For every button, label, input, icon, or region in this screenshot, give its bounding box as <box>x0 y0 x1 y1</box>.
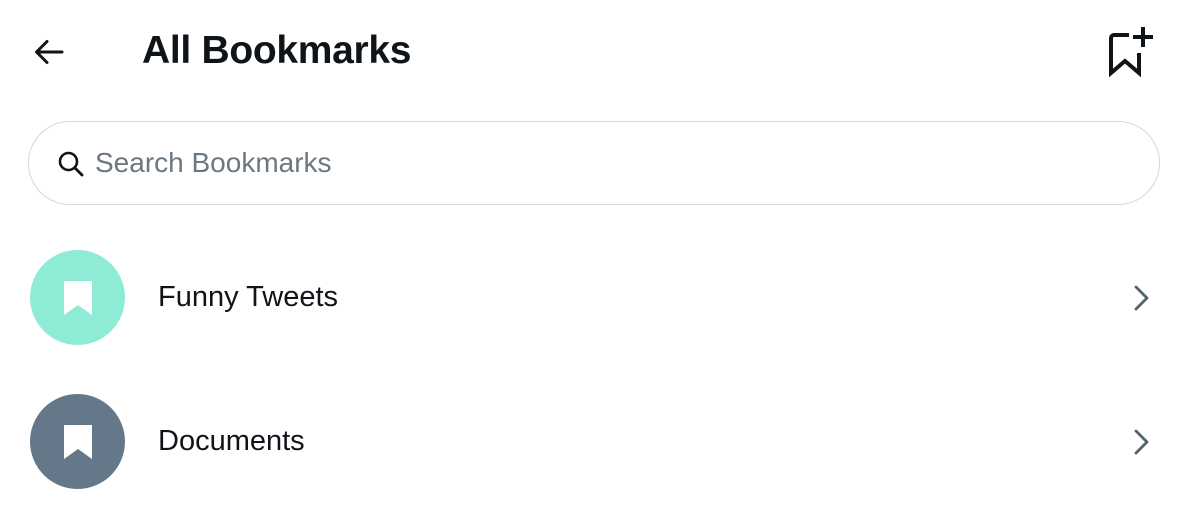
folder-label: Funny Tweets <box>158 281 339 313</box>
search-field[interactable] <box>28 121 1160 205</box>
folder-avatar <box>30 394 125 489</box>
new-bookmark-folder-button[interactable] <box>1102 22 1158 78</box>
arrow-left-icon <box>35 40 64 64</box>
page-title: All Bookmarks <box>142 29 412 72</box>
bookmark-icon <box>63 280 92 315</box>
chevron-right-icon <box>1134 285 1149 311</box>
folder-label: Documents <box>158 425 305 457</box>
folder-item-funny-tweets[interactable]: Funny Tweets <box>0 226 1196 366</box>
bookmark-plus-icon <box>1109 27 1153 77</box>
chevron-right-icon <box>1134 429 1149 455</box>
search-icon <box>58 151 84 177</box>
folder-item-documents[interactable]: Documents <box>0 370 1196 510</box>
folder-avatar <box>30 250 125 345</box>
back-button[interactable] <box>22 25 76 79</box>
header-bar: All Bookmarks <box>0 0 1196 100</box>
bookmark-icon <box>63 424 92 459</box>
search-input[interactable] <box>95 140 1115 186</box>
